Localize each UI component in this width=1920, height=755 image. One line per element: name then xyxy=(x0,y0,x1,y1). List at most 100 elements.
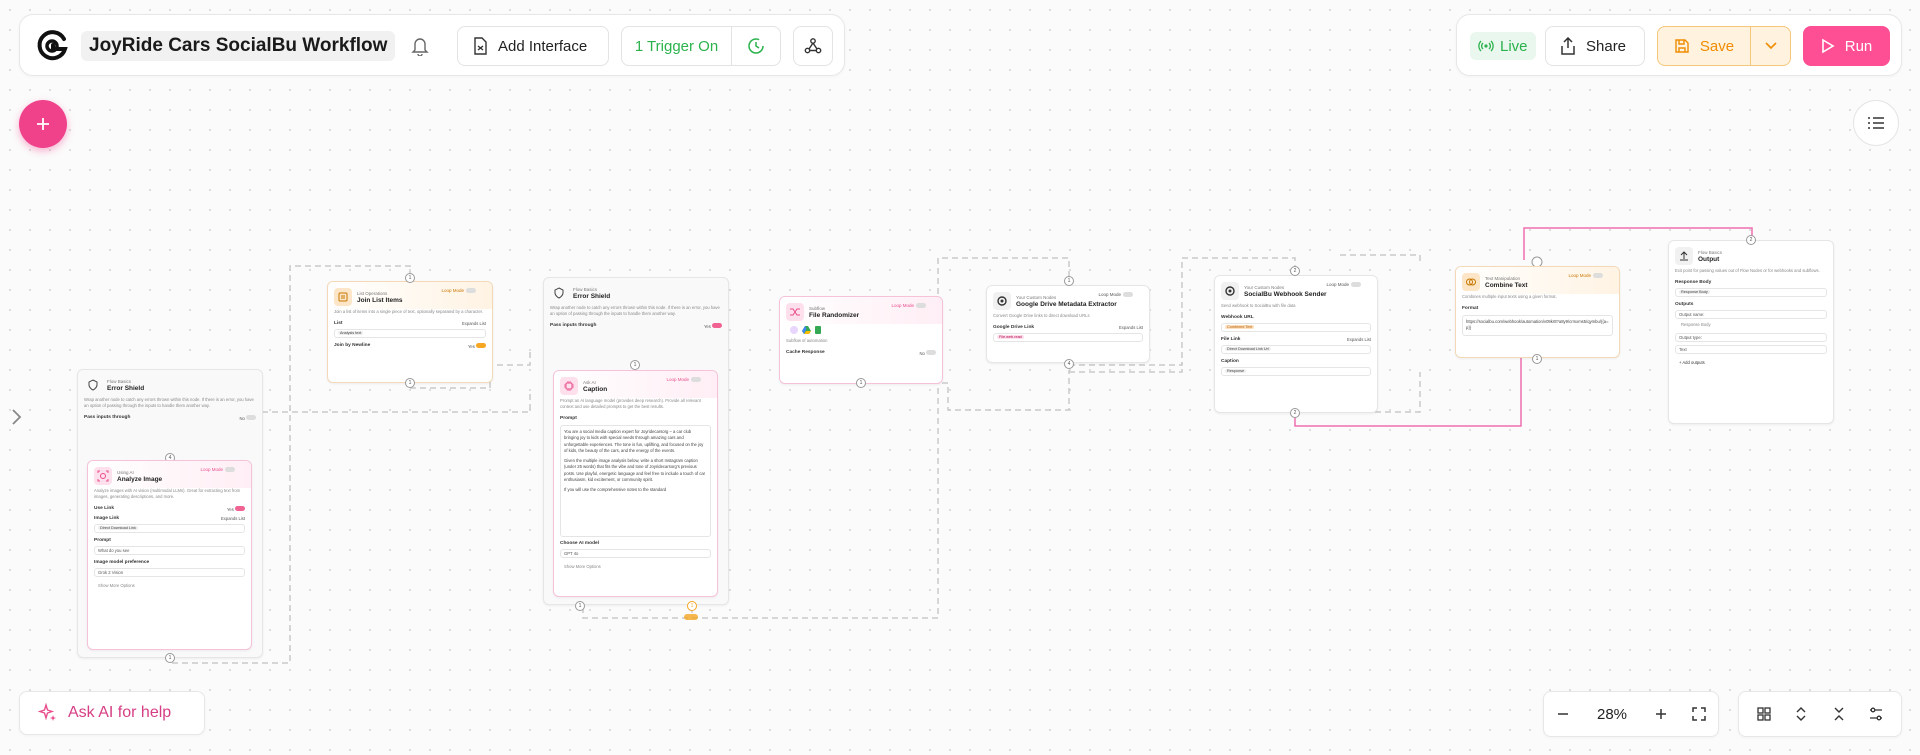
list-input[interactable]: Analysis text xyxy=(334,328,486,338)
webhook-url-input[interactable]: Combined Text xyxy=(1221,322,1371,332)
share-button[interactable]: Share xyxy=(1545,26,1645,66)
join-newline-label: Join by Newline xyxy=(334,343,371,349)
expand-panel-icon[interactable] xyxy=(9,408,23,431)
loop-mode-label: Loop Mode xyxy=(441,288,464,293)
webhook-url-field: Webhook URL xyxy=(1215,313,1377,322)
node-join-list[interactable]: List Operations Join List Items Loop Mod… xyxy=(327,281,493,383)
pass-inputs-toggle[interactable]: No xyxy=(239,414,256,421)
list-chip: Analysis text xyxy=(338,331,364,336)
node-list-button[interactable] xyxy=(1853,100,1899,146)
file-link-input[interactable]: Direct Download Link Url xyxy=(1221,344,1371,354)
caption-input[interactable]: Response xyxy=(1221,366,1371,376)
image-link-input[interactable]: Direct Download Link xyxy=(94,523,245,533)
port-output-top[interactable]: 2 xyxy=(1746,235,1756,245)
model-select[interactable]: Grok 2 Vision xyxy=(94,567,245,577)
port-join-list-bottom[interactable]: 1 xyxy=(405,378,415,388)
output-name-input[interactable]: Output name: xyxy=(1675,309,1827,319)
bell-icon[interactable] xyxy=(411,36,429,61)
run-button[interactable]: Run xyxy=(1803,26,1890,66)
app-logo[interactable] xyxy=(35,29,69,63)
loop-mode-toggle[interactable]: Loop Mode xyxy=(200,467,235,472)
response-body-input[interactable]: Response Body xyxy=(1675,287,1827,297)
add-interface-button[interactable]: Add Interface xyxy=(457,26,609,66)
node-title: SocialBu Webhook Sender xyxy=(1244,290,1327,298)
port-join-list-top[interactable]: 1 xyxy=(405,273,415,283)
node-category: Text Manipulation xyxy=(1485,275,1521,281)
expands-list-label: Expands List xyxy=(1347,336,1371,342)
save-button[interactable]: Save xyxy=(1658,27,1751,65)
node-caption[interactable]: Ask AI Caption Loop Mode Prompt an AI la… xyxy=(553,370,718,597)
port-error-shield-1-bottom[interactable]: 1 xyxy=(165,653,175,663)
outputs-field: Outputs xyxy=(1669,300,1833,309)
output-type-select[interactable]: Text xyxy=(1675,344,1827,354)
node-gdrive-extractor[interactable]: Your Custom Nodes Google Drive Metadata … xyxy=(986,285,1150,363)
loop-mode-toggle[interactable]: Loop Mode xyxy=(666,377,701,382)
show-more-options[interactable]: Show More Options xyxy=(554,561,717,572)
chevron-down-icon xyxy=(1764,41,1778,51)
port-gdrive-top[interactable]: 1 xyxy=(1064,276,1074,286)
ai-icon xyxy=(790,326,798,334)
webhook-button[interactable] xyxy=(793,26,833,66)
workflow-title[interactable]: JoyRide Cars SocialBu Workflow xyxy=(81,31,396,61)
response-body-chip: Response Body xyxy=(1679,290,1710,295)
node-file-randomizer[interactable]: Subflow File Randomizer Loop Mode Subflo… xyxy=(779,296,943,384)
shuffle-icon xyxy=(786,303,804,321)
node-category: Using AI xyxy=(117,469,134,475)
port-gdrive-bottom[interactable]: 4 xyxy=(1064,359,1074,369)
trigger-clock-button[interactable] xyxy=(732,27,780,65)
node-description: Exit point for passing values out of Flo… xyxy=(1675,268,1820,273)
prompt-textarea[interactable]: You are a social media caption expert fo… xyxy=(560,424,711,537)
trigger-group: 1 Trigger On xyxy=(621,26,781,66)
save-options-button[interactable] xyxy=(1751,27,1790,65)
port-socialbu-bottom[interactable]: 2 xyxy=(1290,408,1300,418)
fit-view-button[interactable] xyxy=(1680,707,1718,721)
loop-mode-label: Loop Mode xyxy=(666,377,689,382)
zoom-in-button[interactable] xyxy=(1642,707,1680,721)
format-input[interactable]: https://socialbu.com/webhook/automation/… xyxy=(1462,314,1613,336)
loop-mode-toggle[interactable]: Loop Mode xyxy=(441,288,476,293)
node-socialbu-sender[interactable]: Your Custom Nodes SocialBu Webhook Sende… xyxy=(1214,275,1378,413)
drive-link-input[interactable]: File.web.read xyxy=(993,332,1143,342)
add-outputs-button[interactable]: + Add outputs xyxy=(1669,357,1833,368)
minus-icon xyxy=(1556,707,1570,721)
pass-inputs-toggle[interactable]: Yes xyxy=(704,322,722,329)
loop-mode-toggle[interactable]: Loop Mode xyxy=(1326,282,1361,287)
node-description: Wrap another node to catch any errors th… xyxy=(550,305,720,316)
loop-mode-toggle[interactable]: Loop Mode xyxy=(1098,292,1133,297)
model-select[interactable]: GPT 4o xyxy=(560,548,711,558)
caption-chip: Response xyxy=(1225,369,1247,374)
cache-response-toggle[interactable]: No xyxy=(919,349,936,356)
pass-inputs-field: Pass inputs through No xyxy=(78,413,262,423)
port-combine-bottom[interactable]: 1 xyxy=(1532,354,1542,364)
port-caption-right[interactable]: 1 xyxy=(687,601,697,611)
action-bar: Live Share Save Run xyxy=(1456,14,1902,76)
node-category: Ask AI xyxy=(583,379,596,385)
node-analyze-image[interactable]: Using AI Analyze Image Loop Mode Analyze… xyxy=(87,460,252,650)
ask-ai-button[interactable]: Ask AI for help xyxy=(19,691,205,735)
port-file-randomizer[interactable]: 1 xyxy=(856,378,866,388)
zoom-out-button[interactable] xyxy=(1544,707,1582,721)
sliders-icon[interactable] xyxy=(1868,706,1884,722)
port-socialbu-top[interactable]: 2 xyxy=(1290,266,1300,276)
loop-mode-toggle[interactable]: Loop Mode xyxy=(891,303,926,308)
node-combine-text[interactable]: Text Manipulation Combine Text Loop Mode… xyxy=(1455,266,1620,358)
port-error-shield-2[interactable]: 1 xyxy=(630,360,640,370)
pass-inputs-label: Pass inputs through xyxy=(550,323,597,329)
node-description: Analyze images with AI vision (multimoda… xyxy=(94,488,241,499)
grid-layout-icon[interactable] xyxy=(1756,706,1772,722)
add-node-button[interactable] xyxy=(19,100,67,148)
port-caption-left[interactable]: 1 xyxy=(575,601,585,611)
plus-icon xyxy=(1654,707,1668,721)
live-badge[interactable]: Live xyxy=(1470,32,1536,60)
prompt-input[interactable]: What do you see xyxy=(94,545,245,555)
node-output[interactable]: Flow Basics Output Exit point for passin… xyxy=(1668,240,1834,424)
join-newline-toggle[interactable]: Yes xyxy=(468,342,486,349)
output-type-input[interactable]: Output type: xyxy=(1675,332,1827,342)
expand-vertical-icon[interactable] xyxy=(1793,706,1809,722)
collapse-icon[interactable] xyxy=(1831,706,1847,722)
trigger-on-button[interactable]: 1 Trigger On xyxy=(622,27,732,65)
custom-node-icon xyxy=(993,292,1011,310)
show-more-options[interactable]: Show More Options xyxy=(88,580,251,591)
use-link-toggle[interactable]: Yes xyxy=(227,505,245,512)
loop-mode-toggle[interactable]: Loop Mode xyxy=(1568,273,1603,278)
